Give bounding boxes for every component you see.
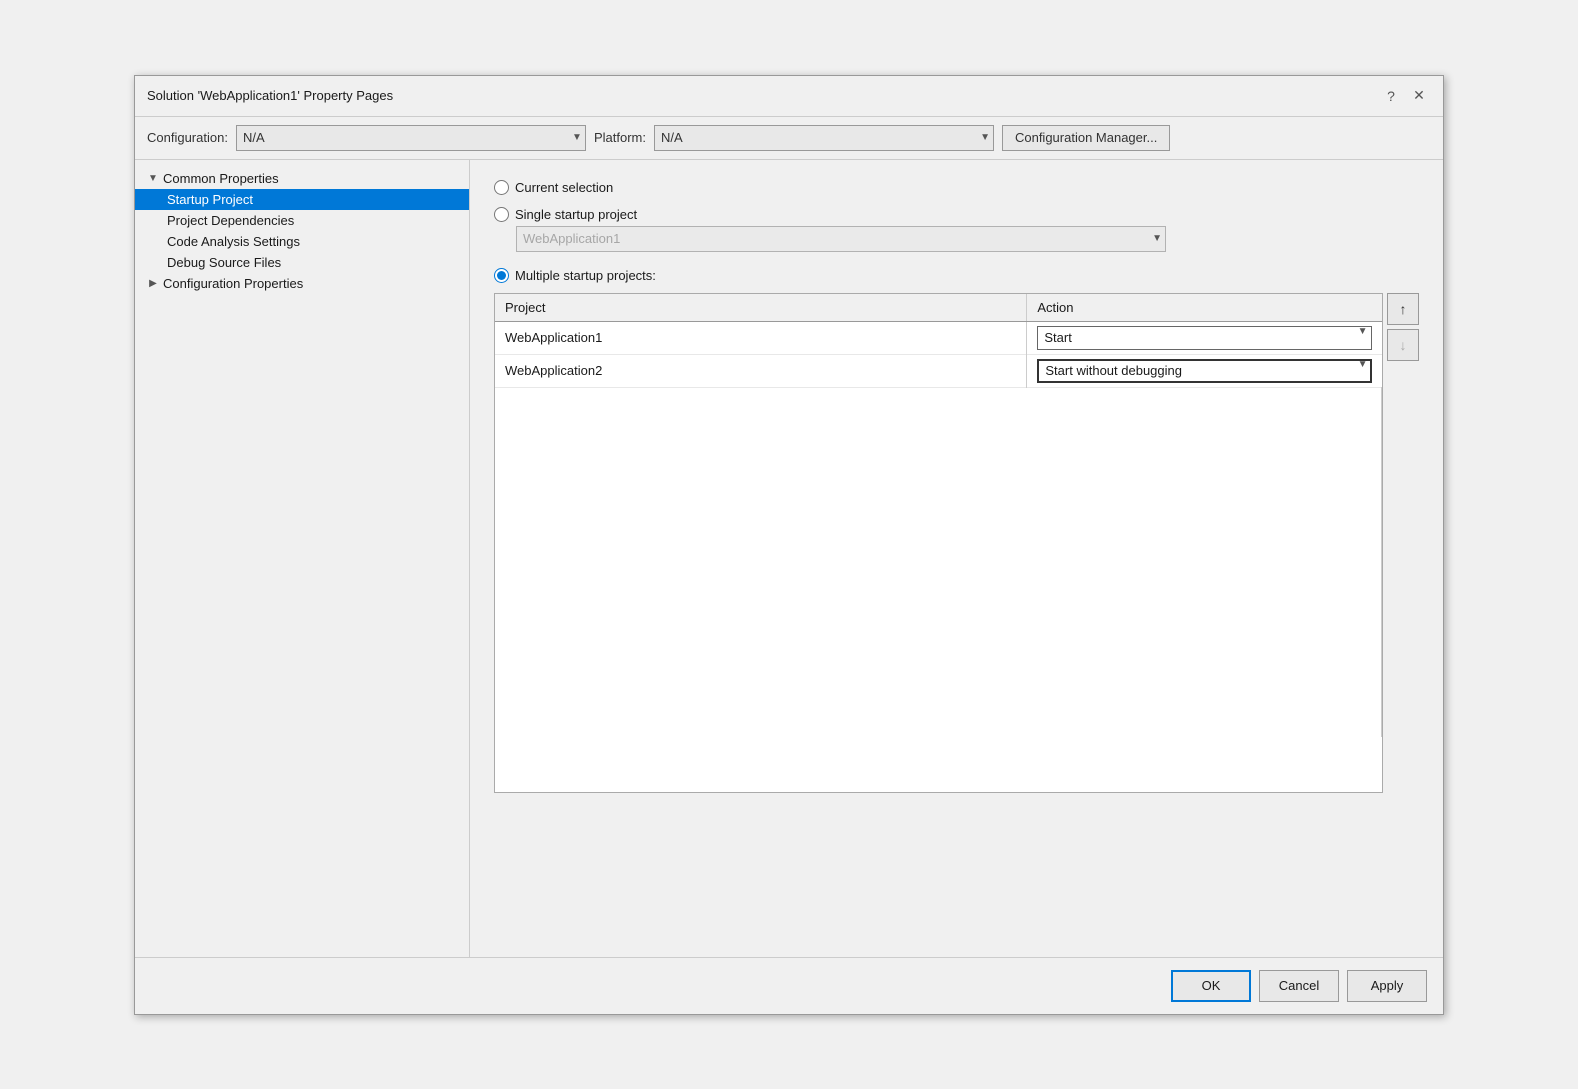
action-dropdown-2[interactable]: None Start Start without debugging bbox=[1037, 359, 1371, 383]
action-cell-2: None Start Start without debugging ▼ bbox=[1027, 354, 1382, 387]
table-row: WebApplication1 None Start Start without… bbox=[495, 321, 1382, 354]
single-startup-label[interactable]: Single startup project bbox=[515, 207, 637, 222]
code-analysis-settings-label: Code Analysis Settings bbox=[167, 234, 300, 249]
down-arrow-icon: ↓ bbox=[1400, 337, 1407, 353]
tree-panel: ▼ Common Properties Startup Project Proj… bbox=[135, 160, 470, 957]
up-arrow-icon: ↑ bbox=[1400, 301, 1407, 317]
move-up-button[interactable]: ↑ bbox=[1387, 293, 1419, 325]
project-column-header: Project bbox=[495, 294, 1027, 322]
radio-row-multiple: Multiple startup projects: bbox=[494, 268, 1419, 283]
startup-project-label: Startup Project bbox=[167, 192, 253, 207]
right-panel: Current selection Single startup project… bbox=[470, 160, 1443, 957]
tree-item-project-dependencies[interactable]: Project Dependencies bbox=[135, 210, 469, 231]
config-label: Configuration: bbox=[147, 130, 228, 145]
project-name-cell-1: WebApplication1 bbox=[495, 321, 1027, 354]
table-row: WebApplication2 None Start Start without… bbox=[495, 354, 1382, 387]
bottom-bar: OK Cancel Apply bbox=[135, 957, 1443, 1014]
move-buttons: ↑ ↓ bbox=[1387, 293, 1419, 361]
single-project-wrapper: WebApplication1 ▼ bbox=[516, 226, 1166, 252]
projects-table: Project Action WebApplication1 bbox=[495, 294, 1382, 738]
dialog-title: Solution 'WebApplication1' Property Page… bbox=[147, 88, 393, 103]
action-dropdown-wrapper-1: None Start Start without debugging ▼ bbox=[1037, 326, 1371, 350]
radio-row-single-startup: Single startup project bbox=[494, 207, 1419, 222]
expand-icon-common: ▼ bbox=[147, 173, 159, 184]
platform-label: Platform: bbox=[594, 130, 646, 145]
tree-item-code-analysis[interactable]: Code Analysis Settings bbox=[135, 231, 469, 252]
tree-item-common-properties[interactable]: ▼ Common Properties bbox=[135, 168, 469, 189]
ok-button[interactable]: OK bbox=[1171, 970, 1251, 1002]
action-dropdown-1[interactable]: None Start Start without debugging bbox=[1037, 326, 1371, 350]
radio-multiple-startup[interactable] bbox=[494, 268, 509, 283]
main-content: ▼ Common Properties Startup Project Proj… bbox=[135, 160, 1443, 957]
projects-table-outer: Project Action WebApplication1 bbox=[494, 293, 1383, 793]
action-dropdown-wrapper-2: None Start Start without debugging ▼ bbox=[1037, 359, 1371, 383]
config-dropdown[interactable]: N/A bbox=[236, 125, 586, 151]
move-down-button[interactable]: ↓ bbox=[1387, 329, 1419, 361]
action-column-header: Action bbox=[1027, 294, 1382, 322]
config-properties-label: Configuration Properties bbox=[163, 276, 303, 291]
current-selection-label[interactable]: Current selection bbox=[515, 180, 613, 195]
project-name-cell-2: WebApplication2 bbox=[495, 354, 1027, 387]
close-button[interactable]: ✕ bbox=[1407, 84, 1431, 108]
projects-table-container: Project Action WebApplication1 bbox=[494, 293, 1419, 793]
tree-item-startup-project[interactable]: Startup Project bbox=[135, 189, 469, 210]
debug-source-files-label: Debug Source Files bbox=[167, 255, 281, 270]
table-row-empty bbox=[495, 387, 1382, 737]
tree-item-debug-source[interactable]: Debug Source Files bbox=[135, 252, 469, 273]
common-properties-label: Common Properties bbox=[163, 171, 279, 186]
multiple-startup-label[interactable]: Multiple startup projects: bbox=[515, 268, 656, 283]
radio-row-current-selection: Current selection bbox=[494, 180, 1419, 195]
radio-single-startup[interactable] bbox=[494, 207, 509, 222]
project-dependencies-label: Project Dependencies bbox=[167, 213, 294, 228]
empty-table-area bbox=[495, 387, 1382, 737]
help-button[interactable]: ? bbox=[1379, 84, 1403, 108]
radio-current-selection[interactable] bbox=[494, 180, 509, 195]
radio-group: Current selection Single startup project… bbox=[494, 180, 1419, 793]
single-project-dropdown[interactable]: WebApplication1 bbox=[516, 226, 1166, 252]
action-cell-1: None Start Start without debugging ▼ bbox=[1027, 321, 1382, 354]
single-project-dropdown-container: WebApplication1 ▼ bbox=[516, 226, 1419, 252]
apply-button[interactable]: Apply bbox=[1347, 970, 1427, 1002]
config-dropdown-wrapper: N/A ▼ bbox=[236, 125, 586, 151]
tree-item-config-properties[interactable]: ▶ Configuration Properties bbox=[135, 273, 469, 294]
platform-dropdown[interactable]: N/A bbox=[654, 125, 994, 151]
config-bar: Configuration: N/A ▼ Platform: N/A ▼ Con… bbox=[135, 117, 1443, 160]
title-bar-buttons: ? ✕ bbox=[1379, 84, 1431, 108]
platform-dropdown-wrapper: N/A ▼ bbox=[654, 125, 994, 151]
property-pages-dialog: Solution 'WebApplication1' Property Page… bbox=[134, 75, 1444, 1015]
single-startup-section: Single startup project WebApplication1 ▼ bbox=[494, 207, 1419, 252]
title-bar: Solution 'WebApplication1' Property Page… bbox=[135, 76, 1443, 117]
expand-icon-config: ▶ bbox=[147, 278, 159, 289]
multiple-startup-section: Multiple startup projects: Project Actio… bbox=[494, 268, 1419, 793]
config-manager-button[interactable]: Configuration Manager... bbox=[1002, 125, 1170, 151]
cancel-button[interactable]: Cancel bbox=[1259, 970, 1339, 1002]
